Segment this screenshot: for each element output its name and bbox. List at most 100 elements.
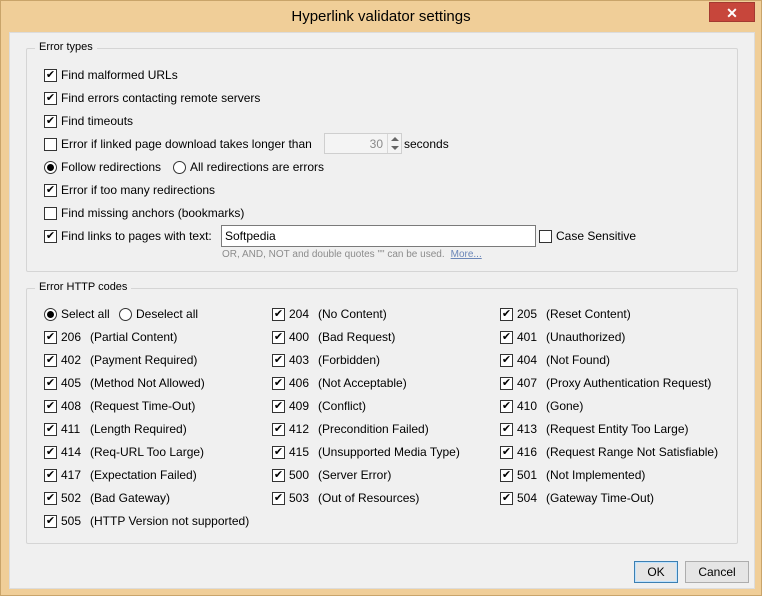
chevron-down-icon[interactable] — [391, 146, 399, 150]
http-code-item[interactable]: ✔ 503 (Out of Resources) — [272, 489, 419, 507]
http-code-checkbox[interactable]: ✔ — [272, 399, 285, 413]
http-code-item[interactable]: ✔ 204 (No Content) — [272, 305, 387, 323]
http-code-item[interactable]: ✔ 403 (Forbidden) — [272, 351, 380, 369]
http-code-item[interactable]: ✔ 410 (Gone) — [500, 397, 583, 415]
http-code-item[interactable]: ✔ 504 (Gateway Time-Out) — [500, 489, 654, 507]
contacting-servers-checkbox[interactable]: ✔ — [44, 91, 57, 105]
http-code-number: 400 — [289, 330, 310, 344]
malformed-urls-option[interactable]: ✔ Find malformed URLs — [44, 66, 178, 84]
http-code-checkbox[interactable]: ✔ — [500, 399, 513, 413]
timeouts-checkbox[interactable]: ✔ — [44, 114, 57, 128]
http-code-checkbox[interactable]: ✔ — [272, 307, 285, 321]
http-code-checkbox[interactable]: ✔ — [44, 399, 57, 413]
http-code-checkbox[interactable]: ✔ — [500, 376, 513, 390]
malformed-urls-checkbox[interactable]: ✔ — [44, 68, 57, 82]
links-with-text-checkbox[interactable]: ✔ — [44, 229, 57, 243]
http-code-checkbox[interactable]: ✔ — [500, 330, 513, 344]
http-code-item[interactable]: ✔ 417 (Expectation Failed) — [44, 466, 197, 484]
http-code-checkbox[interactable]: ✔ — [272, 330, 285, 344]
follow-redirections-label: Follow redirections — [61, 160, 162, 174]
all-redirections-option[interactable]: All redirections are errors — [173, 158, 324, 176]
http-code-description: (Request Range Not Satisfiable) — [546, 445, 719, 459]
follow-redirections-radio[interactable] — [44, 160, 57, 174]
ok-button[interactable]: OK — [634, 561, 678, 583]
all-redirections-radio[interactable] — [173, 160, 186, 174]
search-text-input[interactable]: Softpedia — [221, 225, 536, 247]
http-code-item[interactable]: ✔ 500 (Server Error) — [272, 466, 391, 484]
select-all-option[interactable]: Select all — [44, 305, 110, 323]
check-icon: ✔ — [45, 114, 56, 127]
http-code-checkbox[interactable]: ✔ — [272, 491, 285, 505]
radio-dot-icon — [47, 163, 54, 171]
http-code-checkbox[interactable]: ✔ — [500, 468, 513, 482]
deselect-all-option[interactable]: Deselect all — [119, 305, 198, 323]
http-code-checkbox[interactable]: ✔ — [500, 307, 513, 321]
http-code-item[interactable]: ✔ 502 (Bad Gateway) — [44, 489, 170, 507]
contacting-servers-option[interactable]: ✔ Find errors contacting remote servers — [44, 89, 260, 107]
http-code-item[interactable]: ✔ 416 (Request Range Not Satisfiable) — [500, 443, 718, 461]
case-sensitive-checkbox[interactable] — [539, 229, 552, 243]
malformed-urls-label: Find malformed URLs — [61, 68, 178, 82]
http-code-checkbox[interactable]: ✔ — [272, 376, 285, 390]
close-button[interactable]: ✕ — [709, 2, 755, 22]
select-all-radio[interactable] — [44, 307, 57, 321]
http-code-item[interactable]: ✔ 408 (Request Time-Out) — [44, 397, 195, 415]
http-code-checkbox[interactable]: ✔ — [44, 376, 57, 390]
http-code-description: (Unauthorized) — [546, 330, 626, 344]
http-code-description: (Partial Content) — [90, 330, 178, 344]
timeouts-option[interactable]: ✔ Find timeouts — [44, 112, 133, 130]
http-code-checkbox[interactable]: ✔ — [44, 445, 57, 459]
http-code-checkbox[interactable]: ✔ — [272, 353, 285, 367]
spinner-arrows[interactable] — [387, 134, 401, 153]
title-bar[interactable]: Hyperlink validator settings ✕ — [1, 1, 761, 32]
http-code-checkbox[interactable]: ✔ — [44, 468, 57, 482]
chevron-up-icon[interactable] — [391, 137, 399, 141]
http-code-item[interactable]: ✔ 409 (Conflict) — [272, 397, 366, 415]
http-code-item[interactable]: ✔ 415 (Unsupported Media Type) — [272, 443, 460, 461]
check-icon: ✔ — [501, 376, 512, 389]
http-code-number: 502 — [61, 491, 82, 505]
http-code-item[interactable]: ✔ 412 (Precondition Failed) — [272, 420, 429, 438]
too-many-redirections-option[interactable]: ✔ Error if too many redirections — [44, 181, 215, 199]
http-code-checkbox[interactable]: ✔ — [500, 491, 513, 505]
http-code-item[interactable]: ✔ 413 (Request Entity Too Large) — [500, 420, 689, 438]
http-code-item[interactable]: ✔ 404 (Not Found) — [500, 351, 610, 369]
missing-anchors-option[interactable]: Find missing anchors (bookmarks) — [44, 204, 244, 222]
http-code-checkbox[interactable]: ✔ — [272, 422, 285, 436]
more-link[interactable]: More... — [451, 249, 482, 260]
case-sensitive-option[interactable]: Case Sensitive — [539, 227, 636, 245]
contacting-servers-label: Find errors contacting remote servers — [61, 91, 261, 105]
download-seconds-spinner[interactable]: 30 — [324, 133, 402, 154]
http-code-item[interactable]: ✔ 411 (Length Required) — [44, 420, 187, 438]
missing-anchors-checkbox[interactable] — [44, 206, 57, 220]
http-code-item[interactable]: ✔ 505 (HTTP Version not supported) — [44, 512, 249, 530]
http-code-checkbox[interactable]: ✔ — [272, 445, 285, 459]
http-code-checkbox[interactable]: ✔ — [44, 353, 57, 367]
http-code-item[interactable]: ✔ 401 (Unauthorized) — [500, 328, 625, 346]
http-code-item[interactable]: ✔ 400 (Bad Request) — [272, 328, 395, 346]
download-longer-checkbox[interactable] — [44, 137, 57, 151]
cancel-button[interactable]: Cancel — [685, 561, 749, 583]
http-code-checkbox[interactable]: ✔ — [272, 468, 285, 482]
http-code-checkbox[interactable]: ✔ — [500, 445, 513, 459]
download-longer-option[interactable]: Error if linked page download takes long… — [44, 135, 312, 153]
http-code-item[interactable]: ✔ 407 (Proxy Authentication Request) — [500, 374, 711, 392]
http-code-checkbox[interactable]: ✔ — [44, 422, 57, 436]
too-many-redirections-checkbox[interactable]: ✔ — [44, 183, 57, 197]
http-code-checkbox[interactable]: ✔ — [500, 353, 513, 367]
http-code-checkbox[interactable]: ✔ — [44, 514, 57, 528]
http-code-item[interactable]: ✔ 414 (Req-URL Too Large) — [44, 443, 204, 461]
http-code-item[interactable]: ✔ 402 (Payment Required) — [44, 351, 197, 369]
follow-redirections-option[interactable]: Follow redirections — [44, 158, 161, 176]
links-with-text-option[interactable]: ✔ Find links to pages with text: — [44, 227, 212, 245]
http-code-checkbox[interactable]: ✔ — [44, 330, 57, 344]
http-code-item[interactable]: ✔ 501 (Not Implemented) — [500, 466, 645, 484]
http-code-item[interactable]: ✔ 406 (Not Acceptable) — [272, 374, 407, 392]
http-code-item[interactable]: ✔ 205 (Reset Content) — [500, 305, 631, 323]
http-code-number: 411 — [61, 422, 81, 436]
http-code-item[interactable]: ✔ 405 (Method Not Allowed) — [44, 374, 205, 392]
http-code-checkbox[interactable]: ✔ — [44, 491, 57, 505]
http-code-checkbox[interactable]: ✔ — [500, 422, 513, 436]
deselect-all-radio[interactable] — [119, 307, 132, 321]
http-code-item[interactable]: ✔ 206 (Partial Content) — [44, 328, 177, 346]
